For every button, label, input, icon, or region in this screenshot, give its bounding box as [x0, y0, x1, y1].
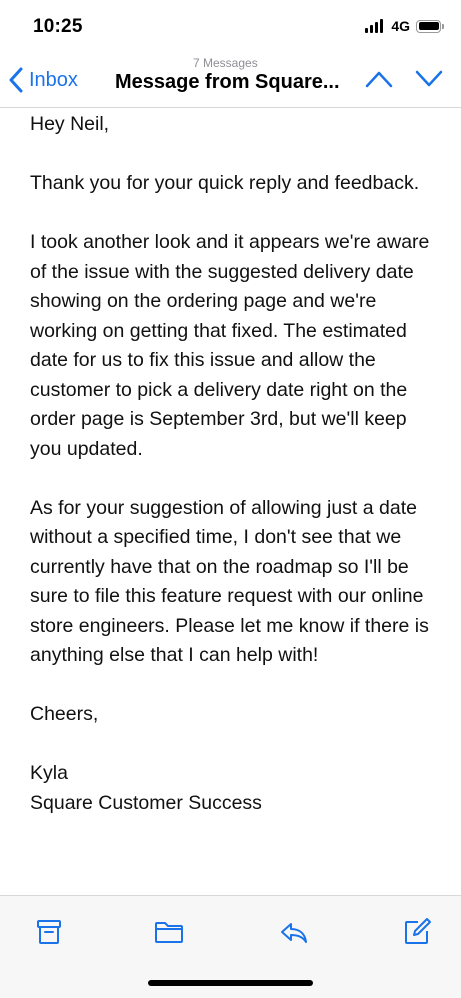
- compose-icon: [405, 918, 431, 944]
- next-message-button[interactable]: [415, 70, 443, 88]
- mail-screen: 10:25 4G Inbox 7 Messages Message from S…: [0, 0, 461, 998]
- status-time: 10:25: [33, 16, 83, 37]
- email-greeting: Hey Neil,: [30, 113, 110, 135]
- inbox-back-button[interactable]: Inbox: [9, 67, 78, 93]
- email-closing: Cheers,: [30, 703, 99, 725]
- signal-icon: [365, 19, 384, 33]
- email-paragraph: I took another look and it appears we're…: [30, 231, 430, 460]
- previous-message-button[interactable]: [365, 70, 393, 88]
- chevron-left-icon: [9, 67, 23, 93]
- signature-name: Kyla: [30, 762, 68, 784]
- signature-team: Square Customer Success: [30, 791, 262, 814]
- message-body: Hey Neil, Thank you for your quick reply…: [30, 110, 440, 818]
- move-to-folder-button[interactable]: [153, 916, 185, 948]
- message-title: Message from Square...: [115, 71, 340, 93]
- message-navigation: [365, 70, 443, 88]
- email-paragraph: As for your suggestion of allowing just …: [30, 496, 429, 667]
- status-indicators: 4G: [365, 18, 444, 34]
- battery-level: [418, 22, 439, 30]
- status-bar: 10:25 4G: [0, 0, 461, 52]
- email-paragraph: Thank you for your quick reply and feedb…: [30, 172, 420, 194]
- message-count: 7 Messages: [193, 56, 258, 70]
- archive-icon: [37, 920, 61, 944]
- folder-icon: [155, 922, 183, 943]
- reply-icon: [281, 923, 307, 943]
- nav-bar: Inbox 7 Messages Message from Square...: [0, 52, 461, 108]
- network-type: 4G: [391, 18, 410, 34]
- compose-button[interactable]: [401, 916, 433, 948]
- inbox-back-label: Inbox: [29, 68, 78, 91]
- home-indicator[interactable]: [148, 980, 313, 986]
- message-scroll-area[interactable]: Hey Neil, Thank you for your quick reply…: [0, 108, 461, 895]
- reply-button[interactable]: [278, 916, 310, 948]
- archive-button[interactable]: [33, 916, 65, 948]
- battery-icon: [416, 19, 444, 33]
